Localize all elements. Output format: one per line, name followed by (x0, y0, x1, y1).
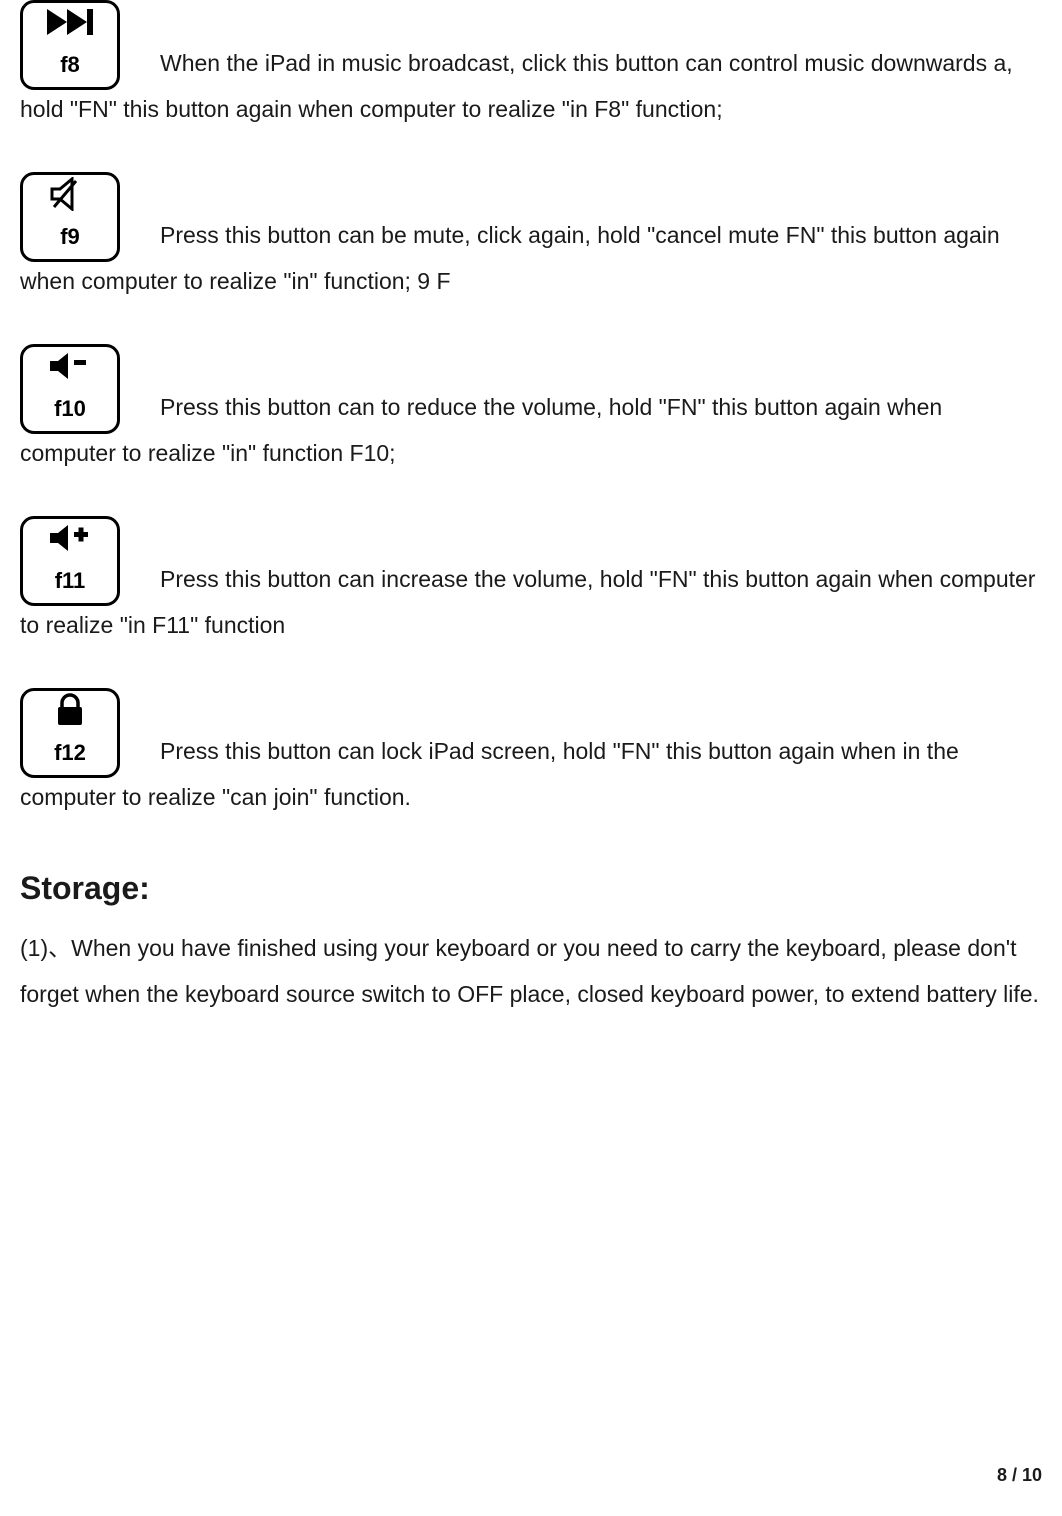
page-number: 8 / 10 (997, 1465, 1042, 1486)
key-label: f8 (60, 43, 80, 87)
key-f9-icon: f9 (20, 172, 120, 262)
key-label: f9 (60, 215, 80, 259)
key-f8-icon: f8 (20, 0, 120, 90)
key-f10-icon: f10 (20, 344, 120, 434)
key-text: Press this button can to reduce the volu… (20, 394, 942, 466)
volume-down-icon (48, 347, 92, 385)
key-f10-description: f10 Press this button can to reduce the … (20, 344, 1042, 476)
key-f8-description: f8 When the iPad in music broadcast, cli… (20, 0, 1042, 132)
key-label: f11 (55, 559, 86, 603)
mute-icon (50, 175, 90, 213)
key-f10-section: f10 Press this button can to reduce the … (20, 344, 1042, 476)
storage-item-1: (1)、When you have finished using your ke… (20, 925, 1042, 1017)
key-f11-icon: f11 (20, 516, 120, 606)
next-track-icon (45, 3, 95, 41)
key-f12-icon: f12 (20, 688, 120, 778)
key-label: f12 (54, 731, 86, 775)
volume-up-icon (48, 519, 92, 557)
key-f11-description: f11 Press this button can increase the v… (20, 516, 1042, 648)
key-f9-section: f9 Press this button can be mute, click … (20, 172, 1042, 304)
key-f12-section: f12 Press this button can lock iPad scre… (20, 688, 1042, 820)
storage-heading: Storage: (20, 870, 1042, 907)
key-label: f10 (54, 387, 86, 431)
key-text: Press this button can be mute, click aga… (20, 222, 1000, 294)
key-text: Press this button can lock iPad screen, … (20, 738, 959, 810)
lock-icon (54, 691, 86, 729)
key-text: Press this button can increase the volum… (20, 566, 1035, 638)
key-f9-description: f9 Press this button can be mute, click … (20, 172, 1042, 304)
key-text: When the iPad in music broadcast, click … (20, 50, 1013, 122)
key-f8-section: f8 When the iPad in music broadcast, cli… (20, 0, 1042, 132)
key-f11-section: f11 Press this button can increase the v… (20, 516, 1042, 648)
key-f12-description: f12 Press this button can lock iPad scre… (20, 688, 1042, 820)
